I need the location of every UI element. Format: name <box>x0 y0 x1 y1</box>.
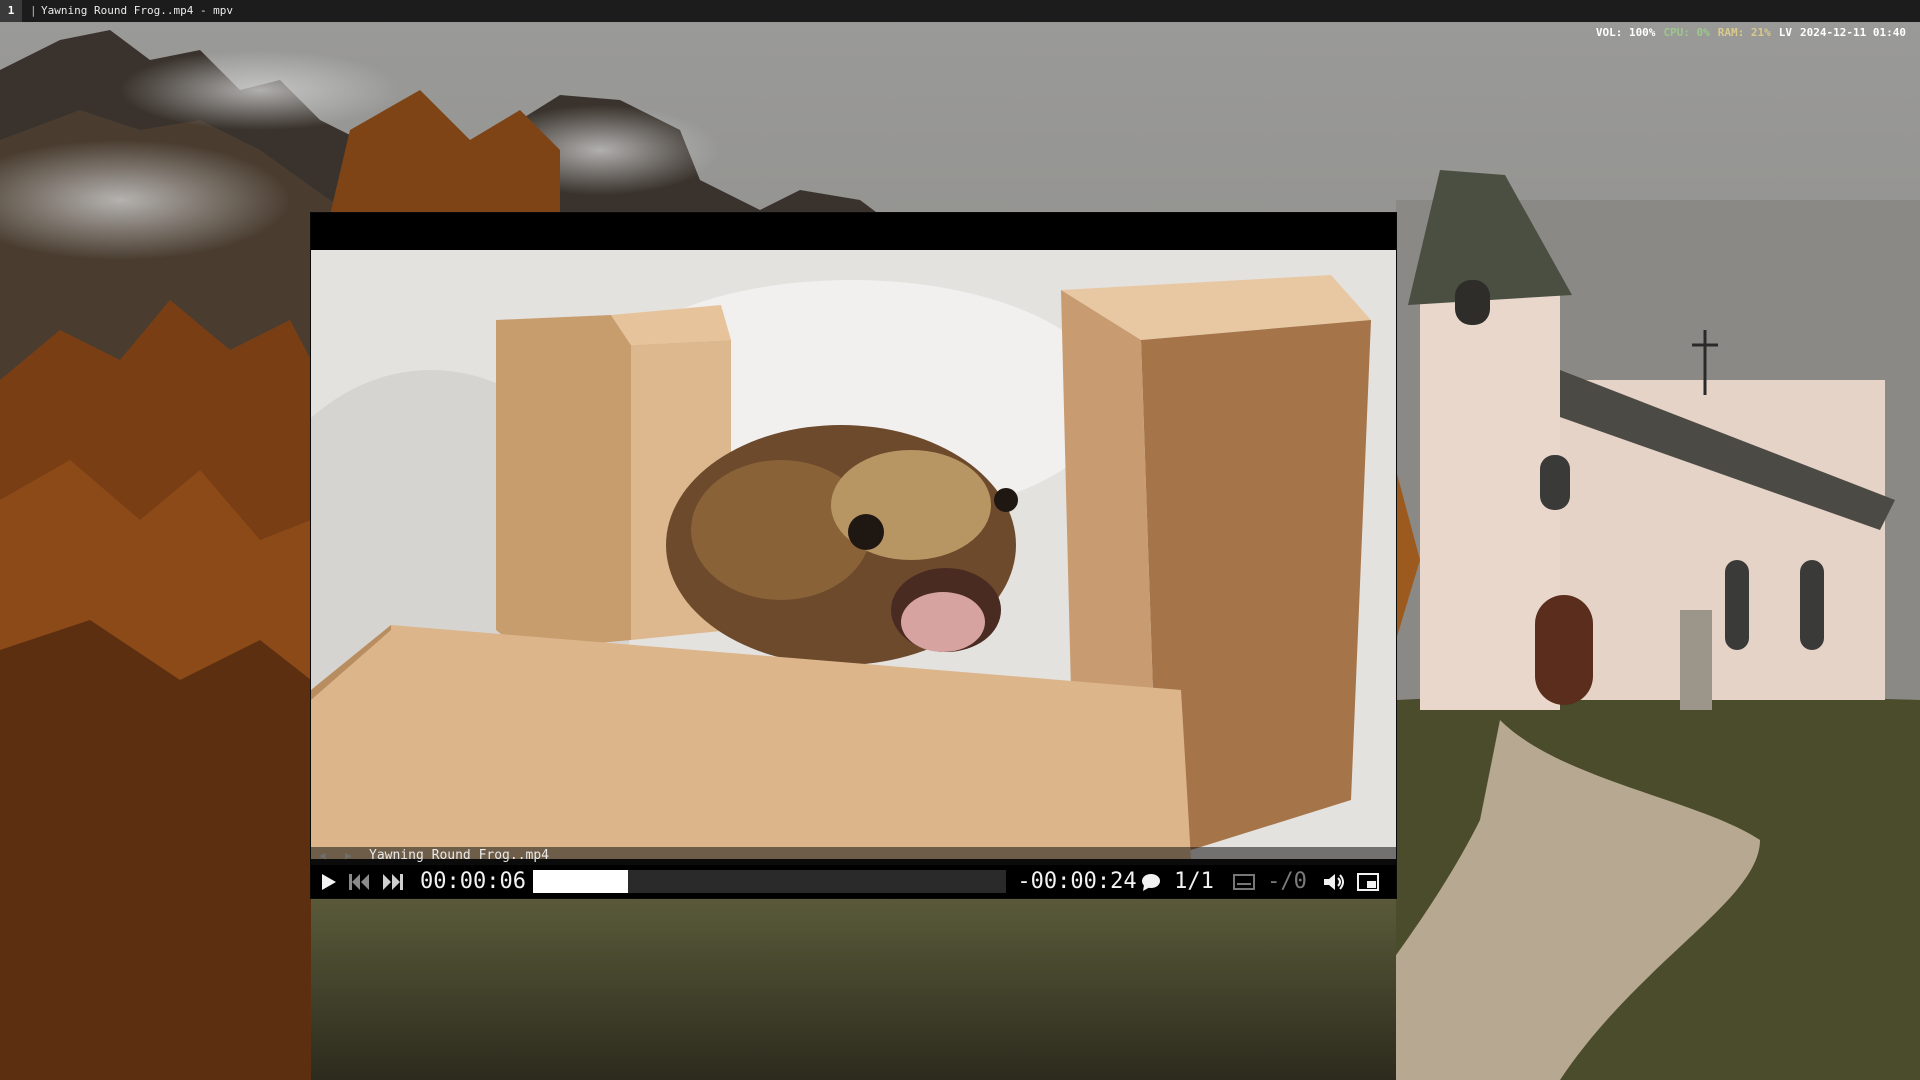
seek-bar[interactable] <box>533 870 1006 893</box>
volume-icon[interactable] <box>1321 865 1347 898</box>
on-screen-controller: 00:00:06 -00:00:24 1/1 -/0 <box>311 865 1396 898</box>
keyboard-layout: LV <box>1778 26 1793 39</box>
chat-bubble-icon[interactable] <box>1139 865 1163 898</box>
video-frame[interactable] <box>311 250 1396 859</box>
playlist-prev-icon[interactable]: ◀ <box>319 847 326 865</box>
volume-status: VOL: 100% <box>1595 26 1656 39</box>
clock: 2024-12-11 01:40 <box>1800 26 1906 39</box>
subtitle-icon[interactable] <box>1231 865 1257 898</box>
fullscreen-icon[interactable] <box>1355 865 1381 898</box>
system-status: VOL: 100% CPU: 0% RAM: 21% LV 2024-12-11 01:… <box>1548 0 1906 66</box>
skip-back-icon <box>349 873 369 890</box>
audio-track[interactable]: -/0 <box>1263 865 1311 898</box>
bar-separator: | <box>30 4 37 17</box>
next-button[interactable] <box>381 865 405 898</box>
play-button[interactable] <box>317 865 341 898</box>
window-title: Yawning Round Frog..mp4 - mpv <box>41 4 234 17</box>
status-bar: 1 | Yawning Round Frog..mp4 - mpv VOL: 1… <box>0 0 1920 39</box>
mpv-window[interactable]: ◀ ▶ Yawning Round Frog..mp4 00:00:06 -00… <box>311 213 1396 898</box>
elapsed-time[interactable]: 00:00:06 <box>419 865 527 898</box>
media-filename: Yawning Round Frog..mp4 <box>369 848 550 863</box>
playlist-bar: ◀ ▶ Yawning Round Frog..mp4 <box>311 847 1396 865</box>
ram-status: RAM: 21% <box>1717 26 1771 39</box>
play-icon <box>322 873 336 890</box>
cpu-status: CPU: 0% <box>1663 26 1710 39</box>
playlist-next-icon[interactable]: ▶ <box>345 847 352 865</box>
skip-forward-icon <box>383 873 403 890</box>
remaining-time[interactable]: -00:00:24 <box>1017 865 1137 898</box>
desktop: 1 | Yawning Round Frog..mp4 - mpv VOL: 1… <box>0 0 1920 1080</box>
subtitle-track[interactable]: 1/1 <box>1171 865 1217 898</box>
video-content <box>311 250 1396 859</box>
previous-button[interactable] <box>347 865 371 898</box>
workspace-indicator[interactable]: 1 <box>0 0 22 22</box>
seek-bar-progress <box>533 870 628 893</box>
